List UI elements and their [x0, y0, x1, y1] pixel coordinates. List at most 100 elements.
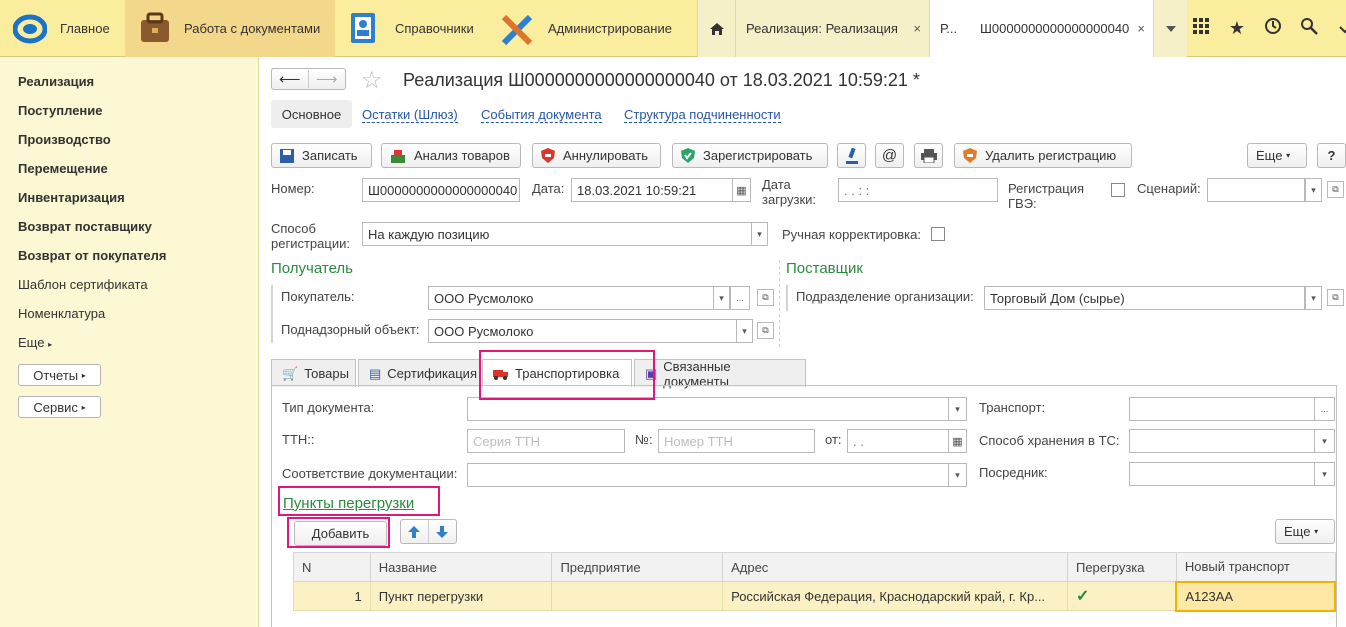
open-scenario-icon[interactable]: ⧉: [1327, 181, 1344, 198]
cell-company[interactable]: [551, 581, 724, 611]
open-org-unit-icon[interactable]: ⧉: [1327, 289, 1344, 306]
doc-type-field[interactable]: [467, 397, 949, 421]
reload-more-button[interactable]: Еще ▾: [1275, 519, 1335, 544]
move-down-icon[interactable]: [429, 520, 456, 543]
navtab-structure[interactable]: Структура подчиненности: [624, 107, 781, 123]
tab-related-docs[interactable]: ▣ Связанные документы: [634, 359, 806, 389]
annul-button[interactable]: Аннулировать: [532, 143, 661, 168]
number-field[interactable]: Ш0000000000000000040: [362, 178, 520, 202]
gve-label: Регистрация ГВЭ:: [1008, 181, 1084, 211]
printer-icon: [920, 148, 937, 163]
email-button[interactable]: @: [875, 143, 904, 168]
home-tab[interactable]: [697, 0, 735, 57]
move-up-icon[interactable]: [401, 520, 429, 543]
intermediary-field[interactable]: [1129, 462, 1315, 486]
storage-method-dropdown[interactable]: ▾: [1314, 429, 1335, 453]
sidebar-item-certificate-template[interactable]: Шаблон сертификата: [18, 277, 148, 292]
tab-realization-list[interactable]: Реализация: Реализация ×: [735, 0, 929, 57]
navtab-remains[interactable]: Остатки (Шлюз): [362, 107, 458, 123]
favorite-star-icon[interactable]: ☆: [361, 66, 383, 95]
sidebar-item-transfer[interactable]: Перемещение: [18, 161, 108, 176]
print-button[interactable]: [914, 143, 943, 168]
cell-name[interactable]: Пункт перегрузки: [369, 581, 553, 611]
supervised-object-dropdown[interactable]: ▾: [736, 319, 753, 343]
doc-type-dropdown[interactable]: ▾: [948, 397, 967, 421]
save-button[interactable]: Записать: [271, 143, 372, 168]
buyer-dropdown[interactable]: ▾: [713, 286, 730, 310]
gve-checkbox[interactable]: [1111, 183, 1125, 197]
open-buyer-icon[interactable]: ⧉: [757, 289, 774, 306]
doc-compliance-dropdown[interactable]: ▾: [948, 463, 967, 487]
scenario-dropdown[interactable]: ▾: [1305, 178, 1322, 202]
org-unit-field[interactable]: Торговый Дом (сырье): [984, 286, 1305, 310]
search-icon[interactable]: [1291, 17, 1327, 40]
col-name[interactable]: Название: [369, 552, 553, 582]
supervised-object-field[interactable]: ООО Русмолоко: [428, 319, 737, 343]
tab-goods[interactable]: 🛒 Товары: [271, 359, 356, 387]
star-icon[interactable]: ★: [1219, 18, 1255, 39]
microscope-button[interactable]: [837, 143, 866, 168]
sidebar-item-inventory[interactable]: Инвентаризация: [18, 190, 125, 205]
col-reload[interactable]: Перегрузка: [1066, 552, 1177, 582]
tab-certification[interactable]: ▤ Сертификация: [358, 359, 480, 387]
col-new-transport[interactable]: Новый транспорт: [1175, 552, 1336, 582]
intermediary-dropdown[interactable]: ▾: [1314, 462, 1335, 486]
more-button[interactable]: Еще ▾: [1247, 143, 1307, 168]
cell-n[interactable]: 1: [293, 581, 371, 611]
sidebar-item-receipt[interactable]: Поступление: [18, 103, 103, 118]
register-button[interactable]: Зарегистрировать: [672, 143, 828, 168]
cell-address[interactable]: Российская Федерация, Краснодарский край…: [722, 581, 1068, 611]
navtab-events[interactable]: События документа: [481, 107, 602, 123]
tabs-dropdown[interactable]: [1153, 0, 1187, 57]
menu-dropdown-icon[interactable]: [1327, 18, 1346, 39]
forward-arrow-icon[interactable]: ⟶: [309, 70, 346, 88]
org-unit-dropdown[interactable]: ▾: [1305, 286, 1322, 310]
ttn-calendar-button[interactable]: ▦: [948, 429, 967, 453]
navtab-main[interactable]: Основное: [271, 100, 352, 128]
sidebar-item-nomenclature[interactable]: Номенклатура: [18, 306, 105, 321]
col-n[interactable]: N: [293, 552, 371, 582]
tab-realization-document[interactable]: Р... Ш0000000000000000040 ×: [929, 0, 1153, 57]
col-address[interactable]: Адрес: [722, 552, 1068, 582]
sidebar-item-realization[interactable]: Реализация: [18, 74, 94, 89]
date-field[interactable]: 18.03.2021 10:59:21: [571, 178, 734, 202]
open-object-icon[interactable]: ⧉: [757, 322, 774, 339]
analyze-goods-button[interactable]: Анализ товаров: [381, 143, 521, 168]
section-administration[interactable]: Администрирование: [487, 0, 687, 57]
registration-method-dropdown[interactable]: ▾: [751, 222, 768, 246]
ttn-series-field[interactable]: Серия ТТН: [467, 429, 625, 453]
scenario-field[interactable]: [1207, 178, 1305, 202]
sidebar-item-more[interactable]: Еще ▸: [18, 335, 52, 350]
close-icon[interactable]: ×: [913, 21, 921, 36]
help-button[interactable]: ?: [1317, 143, 1346, 168]
buyer-select-button[interactable]: ...: [730, 286, 750, 310]
registration-method-field[interactable]: На каждую позицию: [362, 222, 752, 246]
history-icon[interactable]: [1255, 17, 1291, 40]
col-company[interactable]: Предприятие: [551, 552, 724, 582]
section-home[interactable]: Главное: [0, 0, 125, 57]
reports-button[interactable]: Отчеты ▸: [18, 364, 101, 386]
table-row[interactable]: 1 Пункт перегрузки Российская Федерация,…: [293, 580, 1336, 612]
grid-icon[interactable]: [1183, 18, 1219, 39]
calendar-button[interactable]: ▦: [732, 178, 751, 202]
service-button[interactable]: Сервис ▸: [18, 396, 101, 418]
buyer-field[interactable]: ООО Русмолоко: [428, 286, 714, 310]
ttn-number-field[interactable]: Номер ТТН: [658, 429, 815, 453]
delete-registration-button[interactable]: Удалить регистрацию: [954, 143, 1132, 168]
transport-select-button[interactable]: ...: [1314, 397, 1335, 421]
back-arrow-icon[interactable]: ⟵: [272, 70, 309, 88]
ttn-date-field[interactable]: . .: [847, 429, 949, 453]
manual-correction-checkbox[interactable]: [931, 227, 945, 241]
section-documents[interactable]: Работа с документами: [125, 0, 335, 57]
close-icon[interactable]: ×: [1137, 21, 1145, 36]
transport-field[interactable]: [1129, 397, 1315, 421]
cell-new-transport[interactable]: А123АА: [1175, 580, 1336, 612]
section-references[interactable]: Справочники: [335, 0, 487, 57]
cell-reload-checkbox[interactable]: ✓: [1066, 581, 1177, 611]
storage-method-field[interactable]: [1129, 429, 1315, 453]
sidebar-item-return-customer[interactable]: Возврат от покупателя: [18, 248, 166, 263]
sidebar-item-production[interactable]: Производство: [18, 132, 111, 147]
sidebar-item-return-supplier[interactable]: Возврат поставщику: [18, 219, 152, 234]
load-date-field[interactable]: . . : :: [838, 178, 998, 202]
doc-compliance-field[interactable]: [467, 463, 949, 487]
